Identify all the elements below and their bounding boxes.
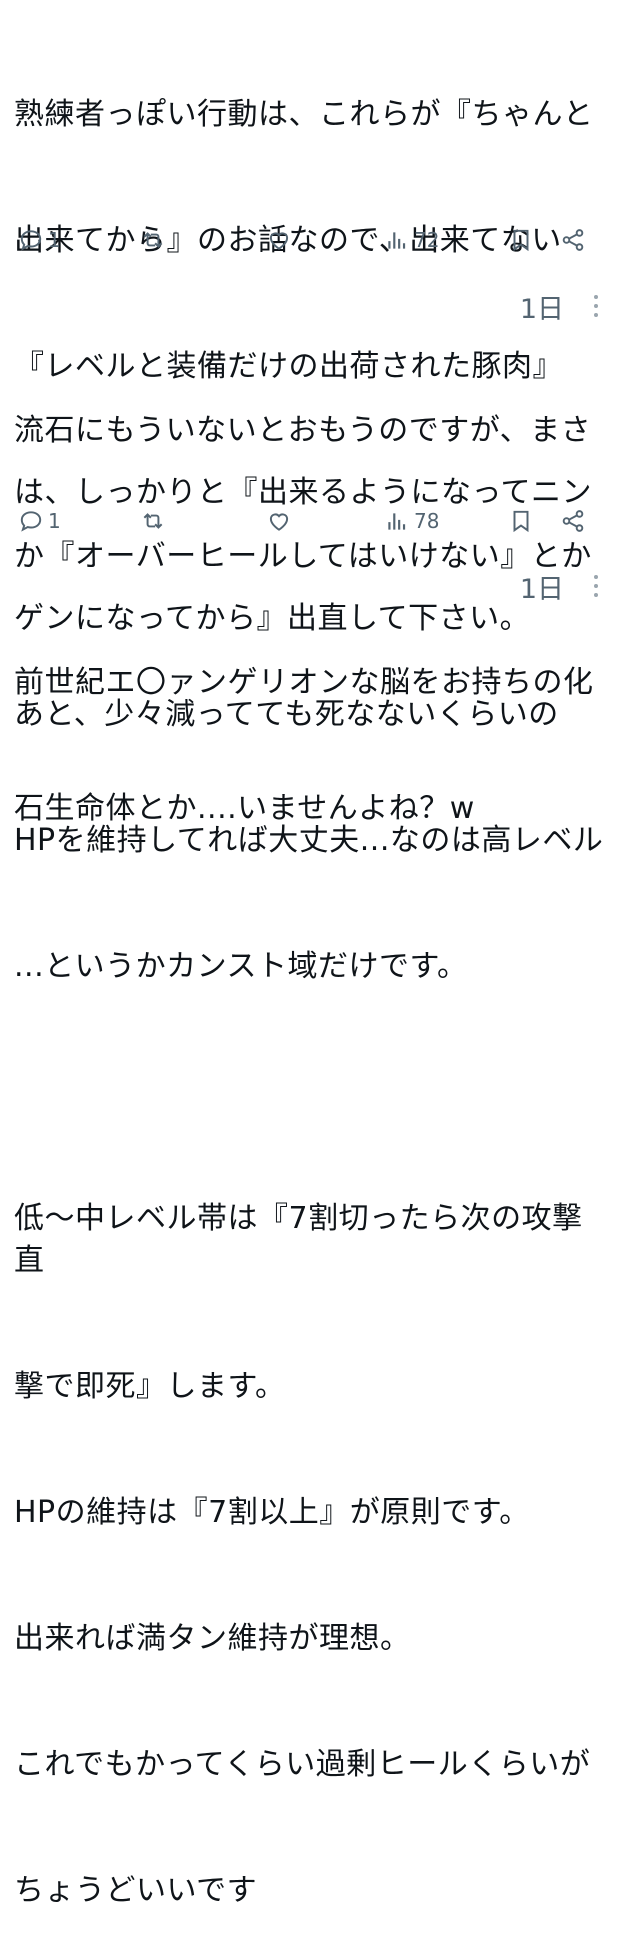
reply-count: 1: [48, 228, 61, 252]
bookmark-button[interactable]: [508, 501, 534, 541]
tweet-text-line: ちょうどいいです: [14, 1873, 258, 1908]
bookmark-button[interactable]: [508, 220, 534, 260]
share-icon: [560, 227, 586, 253]
tweet-1-actions: 1 72: [18, 220, 612, 260]
tweet-text-line: 出来れば満タン維持が理想。: [14, 1621, 411, 1656]
like-icon: [266, 227, 292, 253]
share-icon: [560, 508, 586, 534]
tweet-timestamp[interactable]: 1日: [520, 567, 564, 606]
tweet-text-line: 撃で即死』します。: [14, 1369, 286, 1404]
tweet-text-line: HPを維持してれば大丈夫...なのは高レベル: [14, 823, 604, 858]
like-button[interactable]: [266, 501, 292, 541]
like-button[interactable]: [266, 220, 292, 260]
tweet-2-meta: 1日: [520, 286, 598, 326]
views-button[interactable]: 78: [384, 501, 439, 541]
more-icon[interactable]: [594, 575, 598, 597]
retweet-button[interactable]: [140, 220, 166, 260]
tweet-text-line: 熟練者っぽい行動は、これらが『ちゃんと: [14, 97, 594, 132]
reply-icon: [18, 227, 44, 253]
tweet-text-line: これでもかってくらい過剰ヒールくらいが: [14, 1747, 591, 1782]
reply-button[interactable]: 1: [18, 220, 61, 260]
retweet-button[interactable]: [140, 501, 166, 541]
views-count: 78: [414, 509, 440, 533]
tweet-2-actions: 1 78: [18, 501, 612, 541]
tweet-text-line: 流石にもういないとおもうのですが、まさ: [14, 413, 592, 448]
tweet-timestamp[interactable]: 1日: [520, 287, 564, 326]
bookmark-icon: [508, 508, 534, 534]
like-icon: [266, 508, 292, 534]
share-button[interactable]: [560, 220, 586, 260]
views-icon: [384, 227, 410, 253]
views-icon: [384, 508, 410, 534]
bookmark-icon: [508, 227, 534, 253]
reply-icon: [18, 508, 44, 534]
tweet-text-line: [14, 1072, 610, 1114]
share-button[interactable]: [560, 501, 586, 541]
retweet-icon: [140, 508, 166, 534]
tweet-text-line: HPの維持は『7割以上』が原則です。: [14, 1495, 530, 1530]
more-icon[interactable]: [594, 295, 598, 317]
tweet-text-line: 低〜中レベル帯は『7割切ったら次の攻撃直: [14, 1201, 583, 1278]
tweet-3-text: あと、少々減ってても死なないくらいの HPを維持してれば大丈夫...なのは高レベ…: [14, 610, 610, 1954]
views-button[interactable]: 72: [384, 220, 439, 260]
tweet-3-meta: 1日: [520, 566, 598, 606]
tweet-text-line: あと、少々減ってても死なないくらいの: [14, 697, 559, 732]
reply-count: 1: [48, 509, 61, 533]
retweet-icon: [140, 227, 166, 253]
tweet-text-line: ...というかカンスト域だけです。: [14, 949, 468, 984]
reply-button[interactable]: 1: [18, 501, 61, 541]
views-count: 72: [414, 228, 440, 252]
